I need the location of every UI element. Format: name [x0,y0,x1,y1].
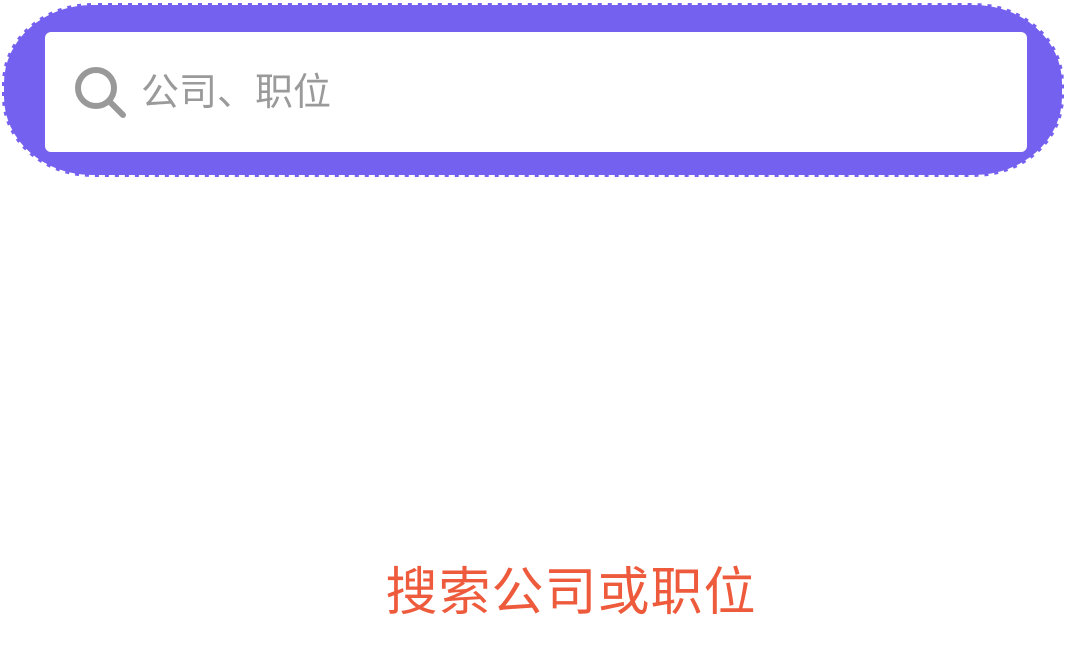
search-input[interactable] [141,62,961,122]
search-box[interactable] [45,32,1027,152]
search-hint-text: 搜索公司或职位 [385,563,757,623]
search-bar [2,3,1064,177]
search-icon[interactable] [71,63,129,121]
search-page: 搜索公司或职位 [0,0,1068,663]
